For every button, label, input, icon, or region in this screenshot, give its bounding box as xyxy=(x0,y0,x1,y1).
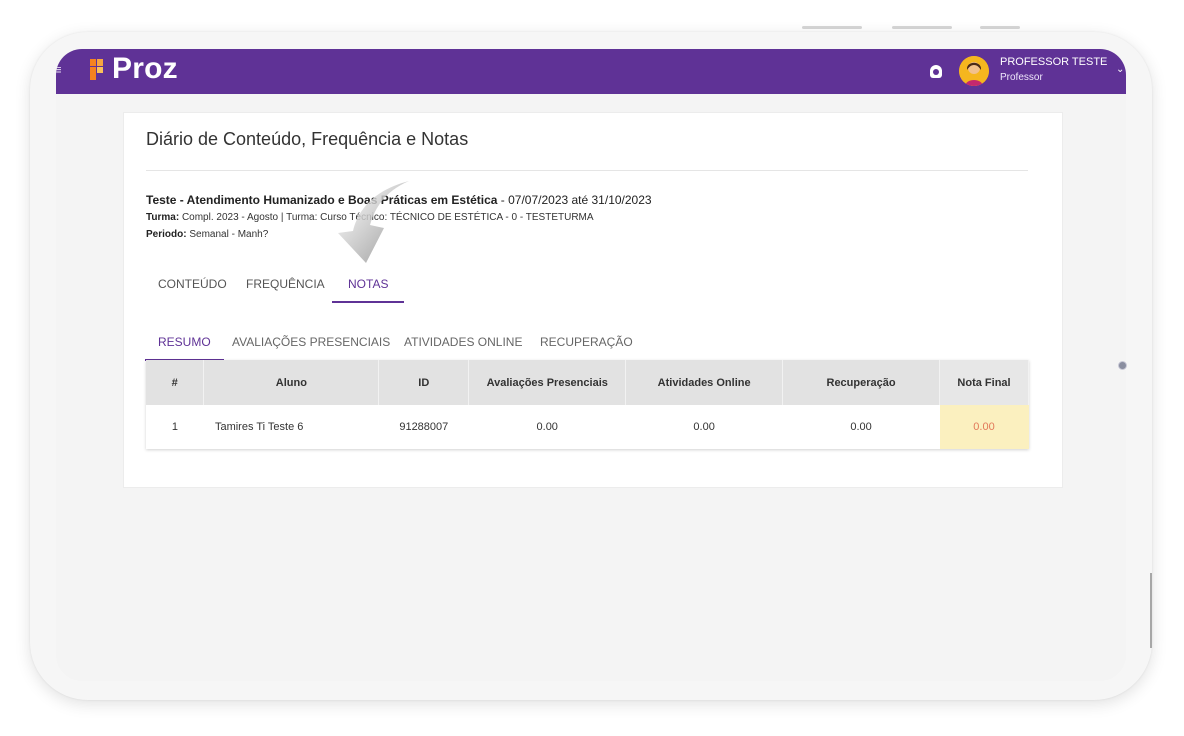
avatar[interactable] xyxy=(959,56,989,86)
row-number: 1 xyxy=(171,421,179,433)
column-header-avaliacoes-presenciais: Avaliações Presenciais xyxy=(468,360,627,405)
column-header-atividades-online: Atividades Online xyxy=(625,360,784,405)
course-dates: - 07/07/2023 até 31/10/2023 xyxy=(497,193,652,207)
score-atividades-online: 0.00 xyxy=(693,421,715,433)
course-name: Teste - Atendimento Humanizado e Boas Pr… xyxy=(146,193,498,207)
subtab-recuperacao[interactable]: RECUPERAÇÃO xyxy=(540,335,633,349)
top-dash xyxy=(802,26,862,29)
page-title: Diário de Conteúdo, Frequência e Notas xyxy=(146,129,469,149)
chevron-down-icon[interactable]: ⌄ xyxy=(1116,64,1124,75)
turma-label: Turma: xyxy=(146,212,180,223)
grades-table: # Aluno ID Avaliações Presenciais Ativid… xyxy=(146,360,1029,449)
tab-conteudo[interactable]: CONTEÚDO xyxy=(158,277,227,291)
periodo-value: Semanal - Manh? xyxy=(189,229,269,240)
column-header-recuperacao: Recuperação xyxy=(782,360,941,405)
final-grade: 0.00 xyxy=(939,405,1029,449)
screenshot-stage: ≡ Proz PROFESSOR TESTE Professor ⌄ Diári… xyxy=(0,0,1184,736)
student-id: 91288007 xyxy=(399,421,449,433)
proz-logo-icon xyxy=(90,59,103,80)
table-header-row: # Aluno ID Avaliações Presenciais Ativid… xyxy=(146,360,1029,405)
top-dash xyxy=(980,26,1020,29)
periodo-label: Periodo: xyxy=(146,229,187,240)
avatar-illustration xyxy=(959,56,989,86)
score-recuperacao: 0.00 xyxy=(850,421,872,433)
user-name[interactable]: PROFESSOR TESTE xyxy=(1000,56,1107,68)
top-dash xyxy=(892,26,952,29)
column-header-id: ID xyxy=(378,360,470,405)
top-app-bar: ≡ Proz PROFESSOR TESTE Professor ⌄ xyxy=(56,49,1126,94)
subtab-atividades-online[interactable]: ATIVIDADES ONLINE xyxy=(404,335,522,349)
periodo-info: Periodo: Semanal - Manh? xyxy=(146,229,268,241)
column-header-nota-final: Nota Final xyxy=(939,360,1029,405)
menu-icon[interactable]: ≡ xyxy=(56,63,62,76)
table-row: 1 Tamires Ti Teste 6 91288007 0.00 0.00 … xyxy=(146,405,1029,449)
column-header-aluno: Aluno xyxy=(203,360,380,405)
student-name: Tamires Ti Teste 6 xyxy=(214,421,304,433)
subtab-resumo[interactable]: RESUMO xyxy=(145,335,224,361)
column-header-number: # xyxy=(146,360,205,405)
score-avaliacoes-presenciais: 0.00 xyxy=(536,421,558,433)
subtab-avaliacoes-presenciais[interactable]: AVALIAÇÕES PRESENCIAIS xyxy=(232,335,390,349)
tab-notas[interactable]: NOTAS xyxy=(331,277,406,303)
arrow-pointer-icon xyxy=(338,181,409,263)
tab-frequencia[interactable]: FREQUÊNCIA xyxy=(246,277,325,291)
bell-icon[interactable] xyxy=(930,65,942,78)
scrollbar-track[interactable] xyxy=(1150,573,1152,648)
logo-text[interactable]: Proz xyxy=(112,52,178,86)
side-dot-icon[interactable] xyxy=(1118,361,1127,370)
divider xyxy=(146,170,1028,171)
user-role: Professor xyxy=(1000,72,1043,83)
app-screen: ≡ Proz PROFESSOR TESTE Professor ⌄ Diári… xyxy=(56,49,1126,681)
